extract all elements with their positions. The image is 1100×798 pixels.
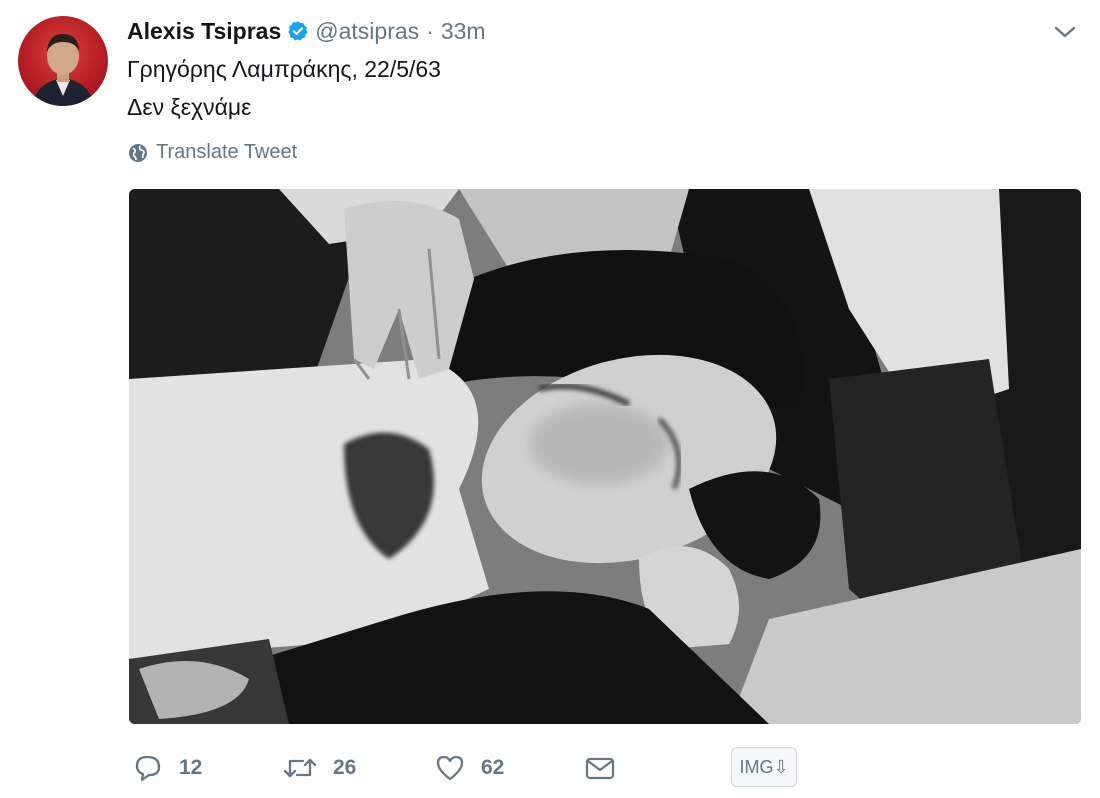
reply-count: 12	[179, 756, 203, 779]
avatar-portrait	[32, 34, 94, 106]
tweet-photo[interactable]	[129, 189, 1081, 724]
tweet-actions-bar: 12 26 62	[0, 748, 1100, 798]
tweet-header: Alexis Tsipras @atsipras · 33m	[127, 16, 486, 46]
translate-tweet-link[interactable]: Translate Tweet	[128, 141, 297, 164]
author-avatar[interactable]	[18, 16, 108, 106]
like-action[interactable]: 62	[435, 754, 504, 782]
caret-down-icon[interactable]	[1052, 22, 1078, 42]
verified-badge-icon	[288, 21, 308, 41]
translate-label: Translate Tweet	[156, 141, 298, 163]
photo-image	[129, 189, 1081, 724]
reply-action[interactable]: 12	[133, 754, 202, 782]
globe-icon	[129, 143, 147, 162]
tweet-text-line-2: Δεν ξεχνάμε	[127, 94, 252, 120]
retweet-count: 26	[333, 756, 357, 779]
direct-message-action[interactable]	[584, 754, 616, 782]
reply-icon	[135, 755, 161, 782]
like-count: 62	[481, 756, 505, 779]
like-icon	[436, 755, 464, 781]
author-name[interactable]: Alexis Tsipras	[127, 18, 281, 45]
tweet-text-line-1: Γρηγόρης Λαμπράκης, 22/5/63	[127, 56, 441, 82]
tweet-timestamp[interactable]: 33m	[441, 18, 486, 45]
retweet-icon	[283, 758, 317, 778]
separator-dot: ·	[426, 17, 434, 44]
retweet-action[interactable]: 26	[283, 754, 356, 782]
author-handle[interactable]: @atsipras	[315, 18, 419, 45]
image-download-button[interactable]: IMG⇩	[731, 747, 797, 787]
message-icon	[585, 757, 615, 780]
